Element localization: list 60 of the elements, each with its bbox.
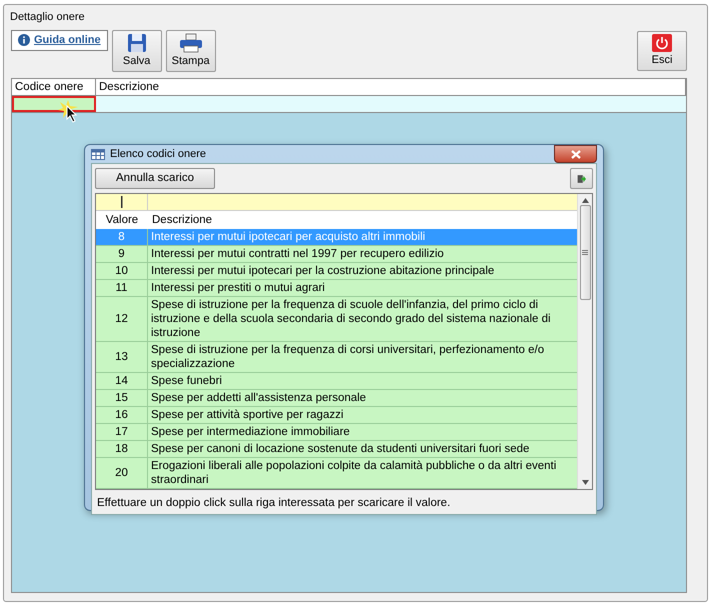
description-cell-text: Spese per intermediazione immobiliare	[150, 425, 351, 440]
print-button[interactable]: Stampa	[166, 30, 216, 72]
table-row[interactable]: 18 Spese per canoni di locazione sostenute da studenti universitari fuori sede	[96, 441, 577, 458]
table-row[interactable]: 10 Interessi per mutui ipotecari per la costruzione abitazione principale	[96, 263, 577, 280]
description-cell-text: Interessi per mutui ipotecari per acquisto altri immobili	[150, 230, 426, 245]
table-row[interactable]: 20 Erogazioni liberali alle popolazioni colpite da calamità pubbliche o da altri eventi straordinari	[96, 458, 577, 489]
window-title: Dettaglio onere	[9, 10, 86, 25]
scroll-up-icon[interactable]	[582, 198, 588, 203]
scroll-down-icon[interactable]	[582, 480, 588, 485]
value-cell: 14	[96, 373, 148, 389]
cancel-button[interactable]: Annulla scarico	[95, 168, 215, 189]
help-link[interactable]: Guida online	[11, 30, 108, 50]
value-cell: 17	[96, 424, 148, 440]
description-cell-text: Spese per addetti all'assistenza personale	[150, 391, 368, 406]
exit-button[interactable]: Esci	[637, 31, 687, 70]
save-button[interactable]: Salva	[112, 30, 162, 72]
table-row[interactable]: 14 Spese funebri	[96, 373, 577, 390]
description-cell-text: Spese per canoni di locazione sostenute da studenti universitari fuori sede	[150, 442, 530, 457]
table-row[interactable]: 13 Spese di istruzione per la frequenza di corsi universitari, perfezionamento e/o specializzazione	[96, 342, 577, 373]
close-icon	[570, 150, 580, 158]
text-cursor-icon	[120, 196, 122, 208]
info-icon	[18, 34, 30, 46]
column-header[interactable]: Valore	[96, 211, 148, 229]
grip-icon	[582, 250, 588, 255]
description-cell-text: Spese per attività sportive per ragazzi	[150, 408, 344, 423]
export-button[interactable]	[570, 168, 593, 189]
value-cell: 20	[96, 458, 148, 488]
table-row[interactable]: 11 Interessi per prestiti o mutui agrari	[96, 280, 577, 297]
power-icon	[652, 34, 672, 52]
value-cell: 12	[96, 297, 148, 341]
dialog-title: Elenco codici onere	[110, 146, 206, 162]
value-cell: 15	[96, 390, 148, 406]
value-cell: 13	[96, 342, 148, 372]
value-cell: 10	[96, 263, 148, 279]
code-cell[interactable]	[12, 96, 96, 112]
table-icon	[91, 148, 105, 160]
value-cell: 8	[96, 229, 148, 245]
table-row[interactable]: 15 Spese per addetti all'assistenza personale	[96, 390, 577, 407]
description-cell-text: Interessi per prestiti o mutui agrari	[150, 281, 326, 296]
description-cell-text: Spese di istruzione per la frequenza di corsi universitari, perfezionamento e/o specializzazione	[150, 343, 546, 372]
value-cell: 16	[96, 407, 148, 423]
description-cell-text: Erogazioni liberali alle popolazioni colpite da calamità pubbliche o da altri eventi straordinari	[150, 459, 558, 488]
table-row[interactable]: 17 Spese per intermediazione immobiliare	[96, 424, 577, 441]
scrollbar[interactable]	[577, 194, 592, 489]
value-cell: 11	[96, 280, 148, 296]
column-header[interactable]: Codice onere	[12, 79, 96, 95]
column-header[interactable]: Descrizione	[96, 79, 686, 95]
description-cell-text: Spese di istruzione per la frequenza di scuole dell'infanzia, del primo ciclo di istruzione e della scuola secondaria di secondo grado del sistema nazionale di istruzione	[150, 298, 552, 341]
table-row[interactable]: 12 Spese di istruzione per la frequenza di scuole dell'infanzia, del primo ciclo di istruzione e della scuola secondaria di secondo grado del sistema nazionale di istruzione	[96, 297, 577, 342]
table-row[interactable]: 9 Interessi per mutui contratti nel 1997 per recupero edilizio	[96, 246, 577, 263]
close-button[interactable]	[554, 145, 597, 163]
value-cell: 18	[96, 441, 148, 457]
description-cell-text: Interessi per mutui ipotecari per la costruzione abitazione principale	[150, 264, 496, 279]
description-cell-text: Spese funebri	[150, 374, 223, 389]
table-row[interactable]: 16 Spese per attività sportive per ragazzi	[96, 407, 577, 424]
value-cell: 9	[96, 246, 148, 262]
description-cell-text: Interessi per mutui contratti nel 1997 per recupero edilizio	[150, 247, 445, 262]
printer-icon	[178, 33, 203, 53]
hint-text: Effettuare un doppio click sulla riga interessata per scaricare il valore.	[96, 496, 452, 511]
column-header[interactable]: Descrizione	[148, 211, 216, 229]
